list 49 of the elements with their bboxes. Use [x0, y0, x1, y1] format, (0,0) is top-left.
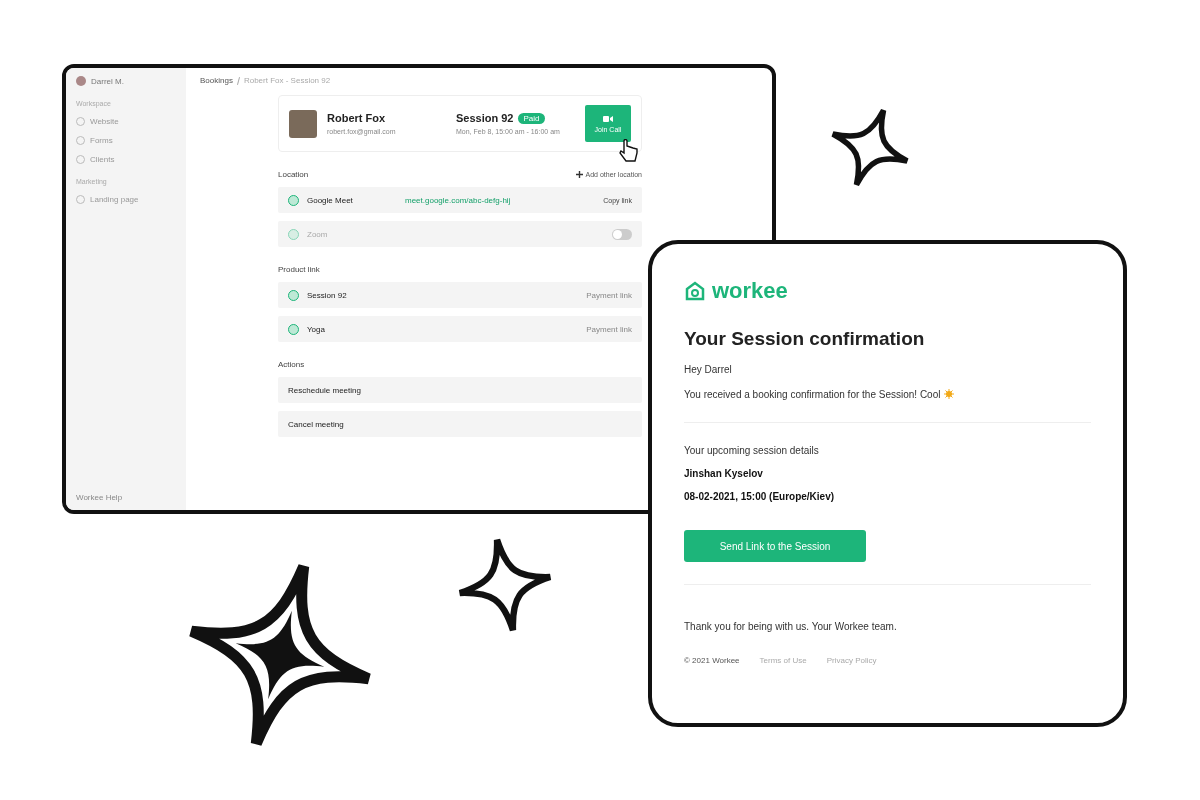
product-name: Yoga — [307, 324, 326, 334]
breadcrumb-item[interactable]: Robert Fox - Session 92 — [243, 76, 331, 85]
product-row[interactable]: Yoga Payment link — [278, 316, 642, 342]
product-note: Payment link — [586, 324, 632, 334]
product-icon — [288, 289, 299, 301]
avatar-icon — [76, 76, 86, 86]
client-name: Robert Fox — [327, 112, 387, 124]
footer-link[interactable]: © 2021 Workee — [684, 656, 740, 665]
product-note: Payment link — [586, 290, 632, 300]
person-name: Jinshan Kyselov — [684, 468, 764, 479]
status-badge: Paid — [518, 112, 545, 124]
section-heading: Location — [278, 170, 309, 179]
brand-name: workee — [712, 278, 788, 304]
greeting-text: Hey Darrel — [684, 364, 733, 375]
video-camera-icon — [603, 114, 613, 123]
logo-icon — [684, 280, 706, 302]
product-icon — [288, 323, 299, 335]
breadcrumb-item[interactable]: Bookings — [200, 76, 233, 85]
location-name: Google Meet — [307, 195, 354, 205]
plus-icon — [575, 171, 583, 178]
details-heading: Your upcoming session details — [684, 445, 820, 456]
photo-placeholder — [289, 109, 317, 138]
footer-link[interactable]: Terms of Use — [759, 656, 807, 665]
section-heading: Actions — [278, 360, 306, 369]
thanks-text: Thank you for being with us. Your Workee team. — [684, 621, 898, 632]
help-link[interactable]: Workee Help — [76, 493, 176, 502]
location-name: Zoom — [307, 229, 329, 239]
location-icon — [288, 228, 299, 240]
sun-icon — [944, 389, 955, 399]
sidebar-item[interactable]: Forms — [76, 136, 176, 145]
product-name: Session 92 — [307, 290, 348, 300]
section-heading: Product link — [278, 265, 321, 274]
user-name: Darrel M. — [91, 76, 124, 86]
intro-text: You received a booking confirmation for the Session! Cool — [684, 389, 941, 400]
meeting-link[interactable]: meet.google.com/abc-defg-hij — [405, 195, 596, 205]
sidebar-item[interactable]: Landing page — [76, 195, 176, 204]
send-link-button[interactable]: Send Link to the Session — [684, 530, 866, 562]
sidebar-item[interactable]: Clients — [76, 155, 176, 164]
email-title: Your Session confirmation — [684, 328, 926, 350]
hand-cursor-icon — [619, 139, 639, 163]
session-name: Session 92 — [456, 112, 514, 124]
action-button[interactable]: Reschedule meeting — [278, 377, 642, 403]
sidebar-item[interactable]: Website — [76, 117, 176, 126]
session-datetime: 08-02-2021, 15:00 (Europe/Kiev) — [684, 491, 836, 502]
toggle-switch[interactable] — [612, 228, 632, 240]
product-row[interactable]: Session 92 Payment link — [278, 282, 642, 308]
location-icon — [288, 194, 299, 206]
action-button[interactable]: Cancel meeting — [278, 411, 642, 437]
footer-link[interactable]: Privacy Policy — [826, 656, 877, 665]
